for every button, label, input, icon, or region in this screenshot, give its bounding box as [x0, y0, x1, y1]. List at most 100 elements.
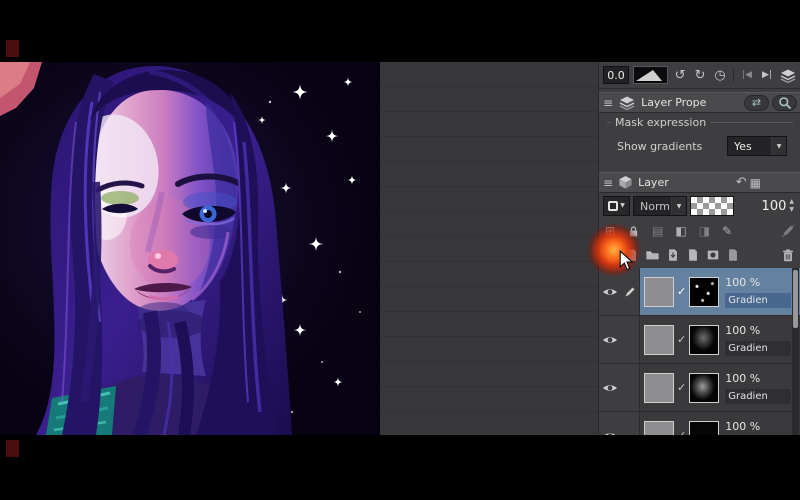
blend-mode-value: Norm: [640, 199, 671, 213]
draft-layer-icon[interactable]: ✎: [722, 225, 732, 237]
swap-palette-button[interactable]: ⇄: [744, 94, 769, 111]
layer-list-scrollbar[interactable]: [792, 268, 799, 435]
chevron-down-icon: ▼: [671, 197, 686, 215]
panel-menu-icon[interactable]: ≡: [603, 97, 613, 109]
eye-icon: [603, 432, 617, 435]
pen-slash-icon: [781, 224, 795, 238]
grid-icon[interactable]: ▦: [750, 177, 761, 189]
new-raster-layer-button[interactable]: [605, 248, 619, 262]
chevron-down-icon: ▼: [620, 202, 625, 209]
layer-cube-icon: [619, 175, 632, 189]
mask-thumbnail[interactable]: [689, 420, 720, 435]
mask-link-check[interactable]: ✓: [677, 429, 686, 435]
canvas-workspace[interactable]: [380, 62, 598, 435]
blend-mode-dropdown[interactable]: Norm ▼: [633, 196, 687, 216]
mask-link-check[interactable]: ✓: [677, 285, 686, 298]
navigator-preview[interactable]: [632, 66, 669, 84]
history-back-icon[interactable]: ↶: [736, 176, 747, 189]
layers-stack-icon: [780, 69, 796, 83]
layer-opacity: 100 %: [725, 371, 761, 385]
lock-layer-icon[interactable]: [627, 225, 640, 238]
layer-thumbnail[interactable]: [644, 324, 674, 355]
layer-thumbnail[interactable]: [644, 372, 674, 403]
redo-icon[interactable]: ↻: [692, 69, 708, 82]
clip-to-layer-icon[interactable]: ⊞: [605, 225, 615, 237]
dropdown-value: Yes: [734, 139, 752, 153]
layer-thumbnail[interactable]: [644, 276, 674, 307]
editing-indicator: [621, 268, 640, 315]
mask-link-check[interactable]: ✓: [677, 333, 686, 346]
apply-mask-button[interactable]: [726, 248, 740, 262]
transfer-down-button[interactable]: [666, 248, 680, 262]
layer-row[interactable]: ✓ 100 % Gradien: [599, 316, 800, 364]
visibility-toggle[interactable]: [599, 364, 621, 411]
layer-list: ✓ 100 % Gradien ✓ 100 % Gradien ✓ 100 % …: [599, 268, 800, 435]
visibility-toggle[interactable]: [599, 412, 621, 435]
gradient-preview[interactable]: [690, 196, 734, 216]
layer-name[interactable]: Gradien: [725, 340, 791, 356]
history-icon[interactable]: ◷: [712, 69, 728, 82]
scrollbar-thumb[interactable]: [793, 270, 798, 328]
merge-down-button[interactable]: [686, 248, 700, 262]
jump-forward-icon[interactable]: ▶|: [759, 70, 775, 80]
opacity-control[interactable]: 100 ▲ ▼: [762, 199, 797, 214]
layer-row[interactable]: ✓ 100 % Gradien: [599, 268, 800, 316]
enable-mask-icon[interactable]: ◧: [675, 225, 686, 237]
layer-row[interactable]: ✓ 100 %: [599, 412, 800, 435]
trash-icon: [783, 248, 793, 261]
layer-action-toolbar: [599, 244, 800, 266]
toolbar-separator: [733, 68, 734, 82]
delete-layer-button[interactable]: [781, 248, 795, 263]
new-folder-button[interactable]: [645, 248, 660, 262]
mask-visible-icon[interactable]: ◨: [699, 225, 710, 237]
layer-panel-header: ≡ Layer ↶ ▦: [599, 172, 800, 193]
group-label: Mask expression: [615, 116, 707, 129]
workspace-icon[interactable]: [779, 68, 797, 83]
opacity-value: 100: [761, 198, 787, 214]
canvas-artwork[interactable]: [0, 62, 380, 435]
layer-mask-button[interactable]: [706, 248, 720, 262]
visibility-toggle[interactable]: [599, 268, 621, 315]
mask-link-check[interactable]: ✓: [677, 381, 686, 394]
show-gradients-dropdown[interactable]: Yes ▼: [727, 136, 787, 156]
video-marker-top: [6, 40, 19, 57]
layer-properties-header: ≡ Layer Prope ⇄: [599, 92, 800, 113]
value-box[interactable]: 0.0: [603, 66, 629, 84]
visibility-toggle[interactable]: [599, 316, 621, 363]
eye-icon: [603, 384, 617, 391]
paper-icon: [689, 249, 697, 261]
stepper-up-icon[interactable]: ▲: [789, 199, 794, 205]
layers-stack-icon: [619, 96, 635, 110]
undo-icon[interactable]: ↺: [672, 69, 688, 82]
stepper-down-icon[interactable]: ▼: [789, 207, 794, 213]
new-vector-layer-button[interactable]: [625, 248, 639, 262]
layer-properties-content: Mask expression Show gradients Yes ▼: [599, 114, 800, 170]
layer-name[interactable]: Gradien: [725, 292, 791, 308]
editing-indicator: [621, 364, 640, 411]
jump-back-icon[interactable]: |◀: [739, 70, 755, 80]
layer-opacity: 100 %: [725, 323, 761, 337]
mask-thumbnail[interactable]: [689, 324, 720, 355]
left-eye: [101, 191, 139, 214]
panel-menu-icon[interactable]: ≡: [603, 177, 613, 189]
quick-access-toolbar: 0.0 ↺ ↻ ◷ |◀ ▶|: [599, 62, 800, 89]
folder-icon: [646, 251, 659, 260]
app-viewport: 0.0 ↺ ↻ ◷ |◀ ▶| ≡ Layer Prope ⇄ Mask exp…: [0, 62, 800, 435]
blend-thumbnail-dropdown[interactable]: ▼: [603, 196, 630, 216]
lock-icon: [629, 225, 638, 236]
layer-lock-toolbar: ⊞ ▤ ◧ ◨ ✎: [599, 220, 800, 242]
portrait-painting: [0, 62, 380, 435]
ruler-pen-icon[interactable]: [781, 224, 795, 238]
editing-indicator: [621, 316, 640, 363]
layer-row[interactable]: ✓ 100 % Gradien: [599, 364, 800, 412]
magnifier-icon: [778, 96, 791, 109]
mask-thumbnail[interactable]: [689, 372, 720, 403]
layer-name[interactable]: Gradien: [725, 388, 791, 404]
mask-thumbnail[interactable]: [689, 276, 720, 307]
mask-expression-group: Mask expression Show gradients Yes ▼: [607, 116, 793, 156]
search-button[interactable]: [772, 94, 797, 111]
layer-thumbnail[interactable]: [644, 420, 674, 435]
opacity-stepper[interactable]: ▲ ▼: [789, 199, 794, 213]
layer-opacity: 100 %: [725, 275, 761, 289]
lock-transparency-icon[interactable]: ▤: [652, 225, 663, 237]
